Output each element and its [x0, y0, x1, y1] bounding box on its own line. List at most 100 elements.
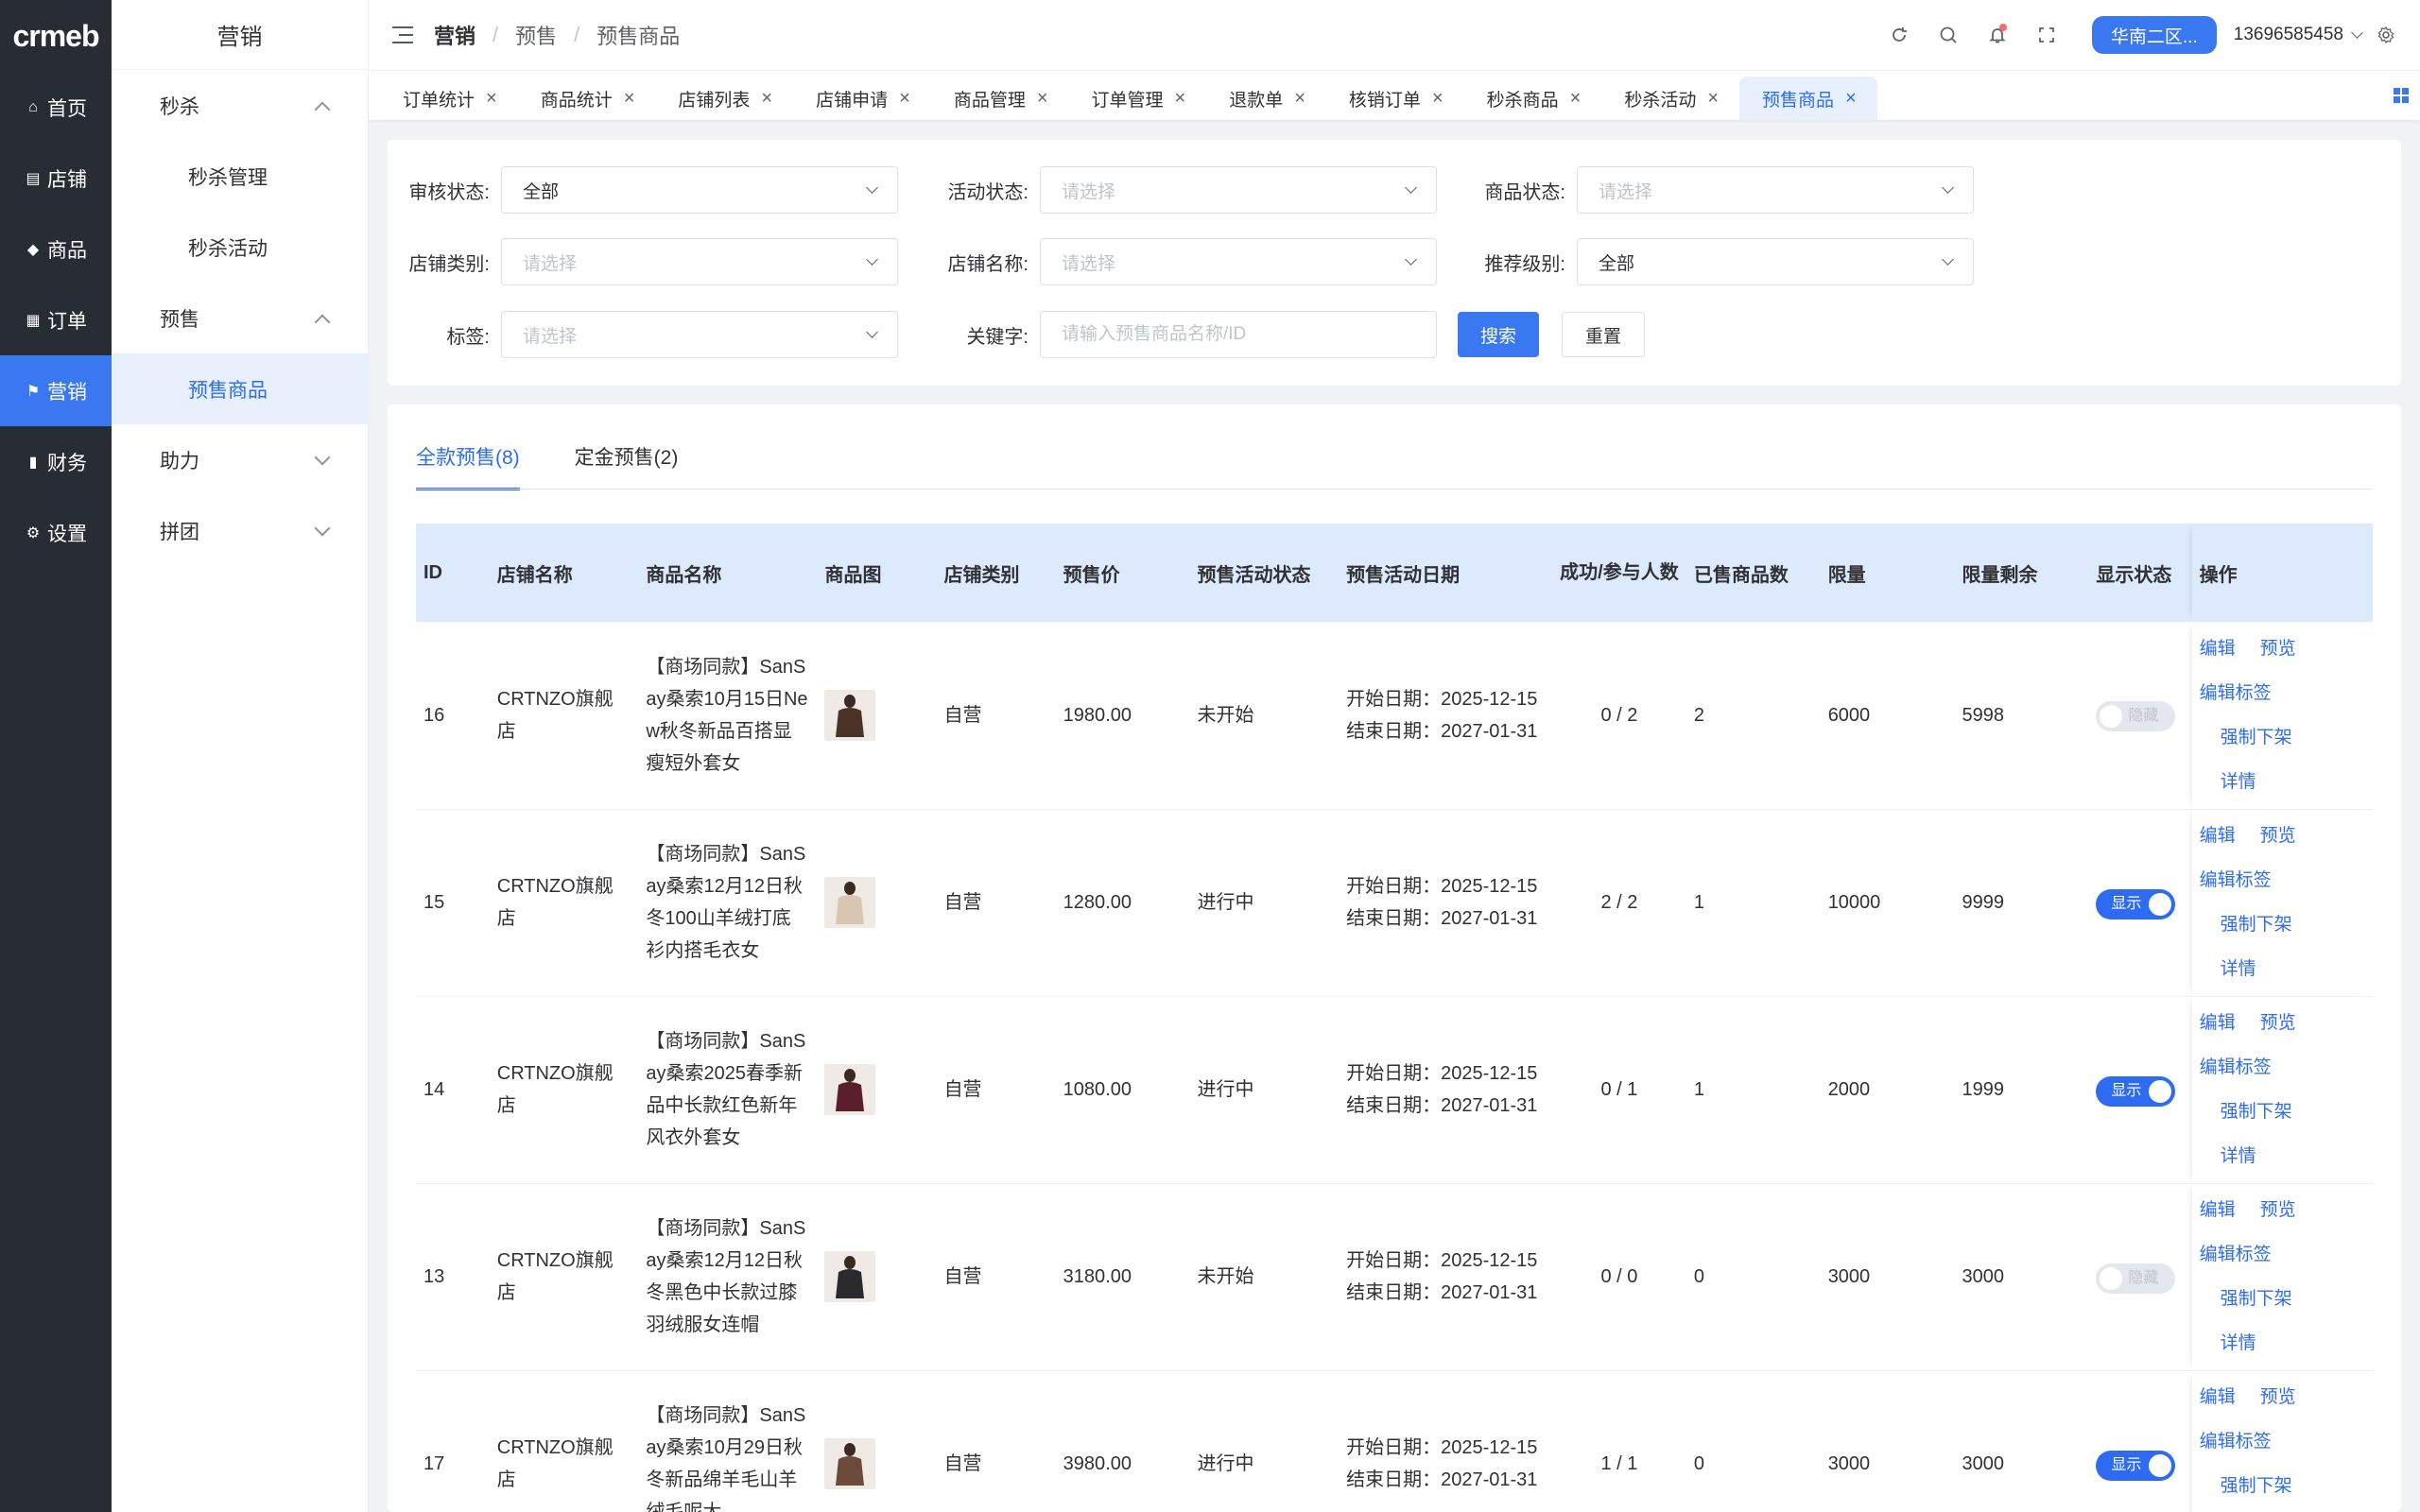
rail-item-6[interactable]: ⚙ 设置: [0, 497, 112, 568]
activity-status-select[interactable]: 请选择: [1040, 166, 1437, 214]
close-icon[interactable]: ×: [624, 88, 635, 110]
tab-tag-1[interactable]: 商品统计 ×: [518, 77, 656, 120]
menu-item-seckill-activity[interactable]: 秒杀活动: [112, 212, 368, 283]
grid-menu-icon[interactable]: [2394, 88, 2409, 103]
tab-tag-4[interactable]: 商品管理 ×: [931, 77, 1069, 120]
shop-type-select[interactable]: 请选择: [501, 238, 898, 285]
display-toggle[interactable]: 隐藏: [2096, 1263, 2176, 1294]
shop-name-select[interactable]: 请选择: [1040, 238, 1437, 285]
recommend-level-select[interactable]: 全部: [1577, 238, 1974, 285]
force-off-shelf-link[interactable]: 强制下架: [2221, 716, 2292, 760]
force-off-shelf-link[interactable]: 强制下架: [2221, 1091, 2292, 1134]
preview-link[interactable]: 预览: [2260, 627, 2296, 671]
detail-link[interactable]: 详情: [2221, 761, 2256, 804]
detail-link[interactable]: 详情: [2221, 948, 2256, 991]
edit-link[interactable]: 编辑: [2200, 815, 2236, 858]
region-select-button[interactable]: 华南二区...: [2091, 16, 2217, 54]
edit-link[interactable]: 编辑: [2200, 1002, 2236, 1045]
rail-item-label: 店铺: [47, 168, 87, 191]
menu-toggle-icon[interactable]: [392, 26, 413, 43]
edit-link[interactable]: 编辑: [2200, 1189, 2236, 1232]
detail-link[interactable]: 详情: [2221, 1322, 2256, 1366]
rail-item-5[interactable]: ▮ 财务: [0, 426, 112, 497]
tab-deposit-presale[interactable]: 定金预售(2): [575, 442, 679, 490]
force-off-shelf-link[interactable]: 强制下架: [2221, 1465, 2292, 1508]
preview-link[interactable]: 预览: [2260, 1189, 2296, 1232]
goods-thumbnail[interactable]: [824, 1251, 876, 1302]
tab-tag-7[interactable]: 核销订单 ×: [1326, 77, 1464, 120]
edit-tag-link[interactable]: 编辑标签: [2200, 672, 2272, 715]
tab-tag-6[interactable]: 退款单 ×: [1206, 77, 1326, 120]
menu-group-seckill[interactable]: 秒杀: [112, 70, 368, 141]
close-icon[interactable]: ×: [1037, 88, 1048, 110]
tab-tag-3[interactable]: 店铺申请 ×: [793, 77, 931, 120]
user-account-menu[interactable]: 13696585458: [2234, 25, 2363, 45]
rail-item-0[interactable]: ⌂ 首页: [0, 72, 112, 143]
detail-link[interactable]: 详情: [2221, 1135, 2256, 1178]
tab-tag-5[interactable]: 订单管理 ×: [1069, 77, 1207, 120]
menu-item-seckill-manage[interactable]: 秒杀管理: [112, 141, 368, 212]
goods-thumbnail[interactable]: [824, 1064, 876, 1115]
edit-tag-link[interactable]: 编辑标签: [2200, 1233, 2272, 1277]
close-icon[interactable]: ×: [1294, 88, 1305, 110]
home-icon: ⌂: [28, 98, 38, 115]
preview-link[interactable]: 预览: [2260, 1376, 2296, 1419]
cell-limit-remain: 1999: [1954, 996, 2089, 1184]
edit-tag-link[interactable]: 编辑标签: [2200, 859, 2272, 902]
close-icon[interactable]: ×: [1175, 88, 1186, 110]
edit-tag-link[interactable]: 编辑标签: [2200, 1046, 2272, 1090]
rail-item-4[interactable]: ⚑ 营销: [0, 355, 112, 426]
force-off-shelf-link[interactable]: 强制下架: [2221, 903, 2292, 947]
tab-full-presale[interactable]: 全款预售(8): [416, 442, 520, 490]
refresh-icon[interactable]: [1875, 10, 1924, 60]
close-icon[interactable]: ×: [1707, 88, 1719, 110]
rail-item-3[interactable]: ▦ 订单: [0, 284, 112, 355]
shop-icon: ▤: [26, 170, 41, 187]
search-icon[interactable]: [1924, 10, 1973, 60]
keyword-input[interactable]: [1040, 311, 1437, 358]
tab-tag-2[interactable]: 店铺列表 ×: [655, 77, 793, 120]
display-toggle[interactable]: 隐藏: [2096, 701, 2176, 732]
edit-link[interactable]: 编辑: [2200, 627, 2236, 671]
edit-tag-link[interactable]: 编辑标签: [2200, 1420, 2272, 1464]
tab-tag-0[interactable]: 订单统计 ×: [380, 77, 518, 120]
chevron-up-icon: [314, 101, 331, 117]
tab-tag-9[interactable]: 秒杀活动 ×: [1601, 77, 1739, 120]
rail-item-1[interactable]: ▤ 店铺: [0, 143, 112, 214]
display-toggle[interactable]: 显示: [2096, 888, 2176, 919]
display-toggle[interactable]: 显示: [2096, 1075, 2176, 1107]
bell-icon[interactable]: [1973, 10, 2022, 60]
tab-tag-8[interactable]: 秒杀商品 ×: [1464, 77, 1602, 120]
force-off-shelf-link[interactable]: 强制下架: [2221, 1278, 2292, 1321]
fullscreen-icon[interactable]: [2022, 10, 2071, 60]
tag-select[interactable]: 请选择: [501, 311, 898, 358]
close-icon[interactable]: ×: [761, 88, 772, 110]
menu-group-group-buy[interactable]: 拼团: [112, 495, 368, 566]
chevron-down-icon: [314, 520, 331, 536]
close-icon[interactable]: ×: [1845, 88, 1857, 110]
breadcrumb-item[interactable]: 预售: [515, 20, 557, 50]
menu-group-presale[interactable]: 预售: [112, 283, 368, 353]
close-icon[interactable]: ×: [899, 88, 910, 110]
search-button[interactable]: 搜索: [1458, 312, 1540, 357]
menu-group-assist[interactable]: 助力: [112, 424, 368, 495]
reset-button[interactable]: 重置: [1562, 312, 1646, 357]
rail-item-2[interactable]: ◆ 商品: [0, 214, 112, 284]
edit-link[interactable]: 编辑: [2200, 1376, 2236, 1419]
audit-status-select[interactable]: 全部: [501, 166, 898, 214]
preview-link[interactable]: 预览: [2260, 815, 2296, 858]
clipboard-icon: ▦: [26, 312, 41, 329]
display-toggle[interactable]: 显示: [2096, 1450, 2176, 1481]
close-icon[interactable]: ×: [1432, 88, 1443, 110]
close-icon[interactable]: ×: [1570, 88, 1582, 110]
gear-icon[interactable]: [2361, 10, 2411, 60]
tab-tag-10[interactable]: 预售商品 ×: [1739, 77, 1877, 120]
goods-thumbnail[interactable]: [824, 1438, 876, 1489]
goods-thumbnail[interactable]: [824, 877, 876, 928]
close-icon[interactable]: ×: [486, 88, 497, 110]
goods-thumbnail[interactable]: [824, 689, 876, 741]
menu-item-presale-goods[interactable]: 预售商品: [112, 353, 368, 424]
top-header: 营销 / 预售 / 预售商品 华南二区... 13696585458: [369, 0, 2420, 71]
preview-link[interactable]: 预览: [2260, 1002, 2296, 1045]
goods-status-select[interactable]: 请选择: [1577, 166, 1974, 214]
